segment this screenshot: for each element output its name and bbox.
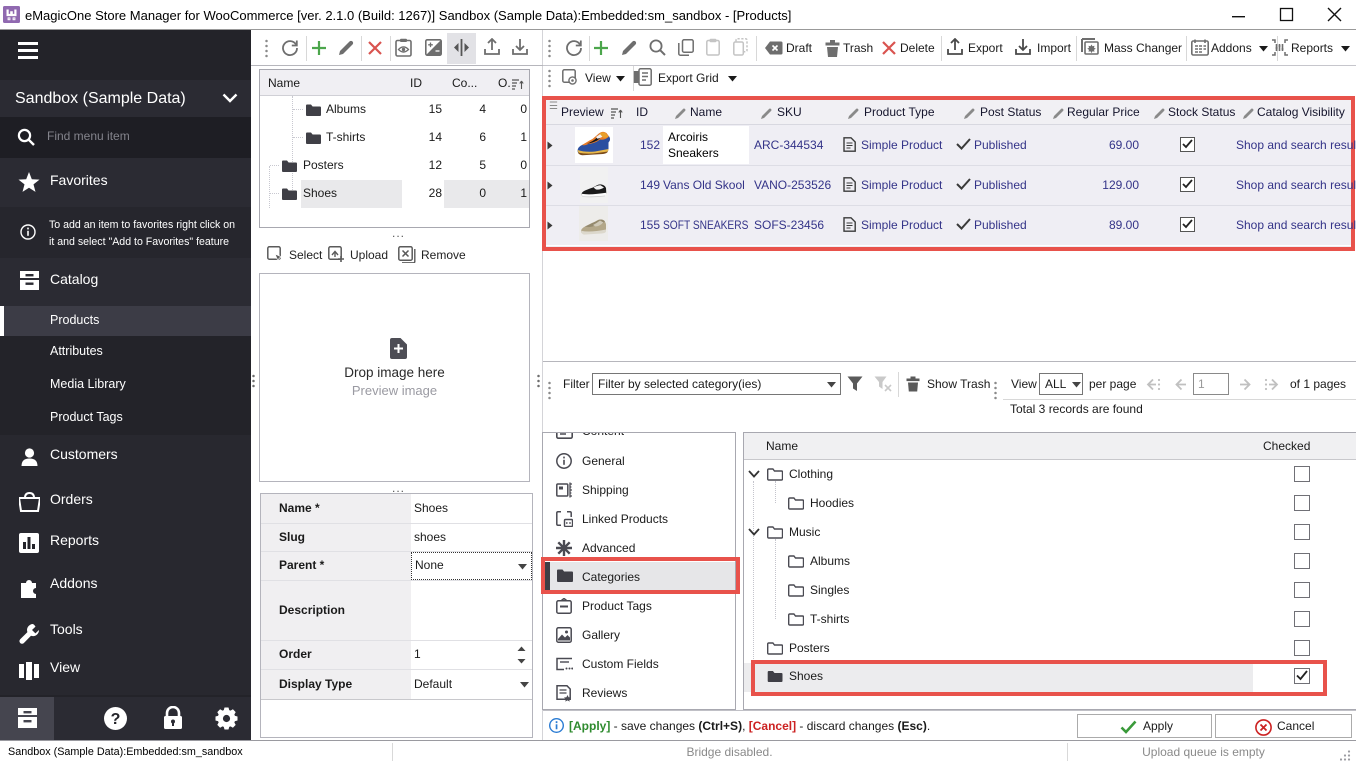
- svg-text:?: ?: [111, 711, 121, 728]
